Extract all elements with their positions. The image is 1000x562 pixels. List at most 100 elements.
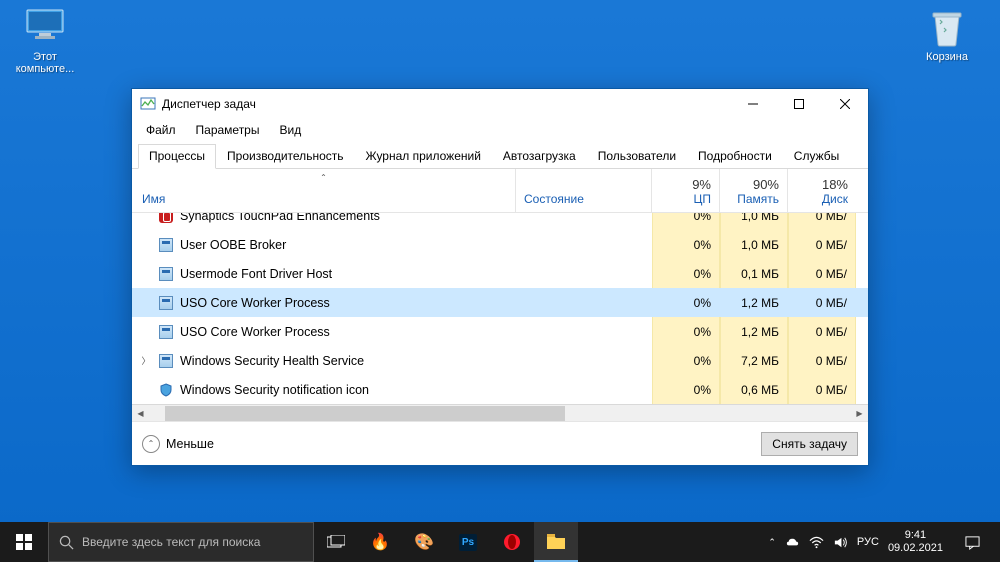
tab-bar: Процессы Производительность Журнал прило…: [132, 143, 868, 169]
taskbar-app-photoshop[interactable]: Ps: [446, 522, 490, 562]
column-name[interactable]: ⌃ Имя: [132, 169, 516, 212]
recycle-bin-icon: [927, 8, 967, 48]
language-indicator[interactable]: РУС: [857, 536, 879, 548]
column-memory[interactable]: 90% Память: [720, 169, 788, 212]
process-name: Usermode Font Driver Host: [180, 267, 332, 281]
process-disk: 0 МБ/: [788, 317, 856, 346]
process-disk: 0 МБ/: [788, 346, 856, 375]
column-disk[interactable]: 18% Диск: [788, 169, 856, 212]
wifi-icon[interactable]: [809, 535, 824, 550]
table-row[interactable]: 〉 Windows Security Health Service 0%7,2 МБ…: [132, 346, 868, 375]
close-button[interactable]: [822, 89, 868, 119]
table-row[interactable]: 〉User OOBE Broker0%1,0 МБ0 МБ/: [132, 230, 868, 259]
volume-icon[interactable]: [833, 535, 848, 550]
tray-chevron-up-icon[interactable]: ⌃: [768, 537, 776, 548]
column-cpu[interactable]: 9% ЦП: [652, 169, 720, 212]
titlebar[interactable]: Диспетчер задач: [132, 89, 868, 119]
process-disk: 0 МБ/: [788, 213, 856, 230]
table-row[interactable]: 〉Synaptics TouchPad Enhancements0%1,0 МБ…: [132, 213, 868, 230]
task-manager-window: Диспетчер задач Файл Параметры Вид Проце…: [131, 88, 869, 466]
taskbar-clock[interactable]: 9:41 09.02.2021: [888, 529, 943, 554]
tab-users[interactable]: Пользователи: [587, 144, 687, 169]
taskbar-app-opera[interactable]: [490, 522, 534, 562]
scrollbar-thumb[interactable]: [165, 406, 565, 421]
search-icon: [59, 535, 74, 550]
table-row[interactable]: 〉USO Core Worker Process0%1,2 МБ0 МБ/: [132, 288, 868, 317]
taskbar: Введите здесь текст для поиска 🔥 🎨 Ps ⌃ …: [0, 522, 1000, 562]
task-manager-icon: [140, 96, 156, 112]
process-icon: [158, 382, 174, 398]
process-name: User OOBE Broker: [180, 238, 286, 252]
process-name: USO Core Worker Process: [180, 296, 330, 310]
table-row[interactable]: 〉Windows Security notification icon0%0,6…: [132, 375, 868, 404]
process-memory: 7,2 МБ: [720, 346, 788, 375]
window-title: Диспетчер задач: [162, 97, 730, 111]
table-header: ⌃ Имя Состояние 9% ЦП 90% Память 18% Дис…: [132, 169, 868, 213]
process-icon: [158, 266, 174, 282]
process-cpu: 0%: [652, 259, 720, 288]
process-cpu: 0%: [652, 346, 720, 375]
menu-bar: Файл Параметры Вид: [132, 119, 868, 143]
process-memory: 0,6 МБ: [720, 375, 788, 404]
expand-chevron-icon[interactable]: 〉: [140, 354, 152, 367]
menu-options[interactable]: Параметры: [188, 121, 268, 139]
process-icon: [158, 324, 174, 340]
start-button[interactable]: [0, 522, 48, 562]
search-input[interactable]: Введите здесь текст для поиска: [48, 522, 314, 562]
end-task-button[interactable]: Снять задачу: [761, 432, 858, 456]
process-cpu: 0%: [652, 213, 720, 230]
process-cpu: 0%: [652, 375, 720, 404]
process-list[interactable]: 〉Synaptics TouchPad Enhancements0%1,0 МБ…: [132, 213, 868, 404]
process-icon: [158, 213, 174, 224]
tab-details[interactable]: Подробности: [687, 144, 783, 169]
taskbar-app-explorer[interactable]: [534, 522, 578, 562]
window-footer: ⌃ Меньше Снять задачу: [132, 421, 868, 465]
minimize-button[interactable]: [730, 89, 776, 119]
sort-indicator-icon: ⌃: [320, 173, 327, 182]
process-disk: 0 МБ/: [788, 259, 856, 288]
desktop-icon-label: Корзина: [912, 51, 982, 63]
process-disk: 0 МБ/: [788, 230, 856, 259]
process-icon: [158, 237, 174, 253]
process-cpu: 0%: [652, 288, 720, 317]
process-cpu: 0%: [652, 230, 720, 259]
horizontal-scrollbar[interactable]: ◀ ▶: [132, 404, 868, 421]
tab-startup[interactable]: Автозагрузка: [492, 144, 587, 169]
process-name: Windows Security notification icon: [180, 383, 369, 397]
table-row[interactable]: 〉Usermode Font Driver Host0%0,1 МБ0 МБ/: [132, 259, 868, 288]
onedrive-icon[interactable]: [785, 535, 800, 550]
maximize-button[interactable]: [776, 89, 822, 119]
column-state[interactable]: Состояние: [516, 169, 652, 212]
scroll-right-icon[interactable]: ▶: [851, 405, 868, 421]
menu-view[interactable]: Вид: [271, 121, 309, 139]
desktop-icon-this-pc[interactable]: Этот компьюте...: [10, 8, 80, 75]
taskview-button[interactable]: [314, 522, 358, 562]
process-name: Windows Security Health Service: [180, 354, 364, 368]
process-memory: 0,1 МБ: [720, 259, 788, 288]
tab-processes[interactable]: Процессы: [138, 144, 216, 169]
process-cpu: 0%: [652, 317, 720, 346]
chevron-up-icon: ⌃: [142, 435, 160, 453]
notifications-button[interactable]: [952, 522, 992, 562]
pc-icon: [25, 8, 65, 48]
desktop-icon-label: Этот компьюте...: [10, 51, 80, 75]
table-row[interactable]: 〉USO Core Worker Process0%1,2 МБ0 МБ/: [132, 317, 868, 346]
process-icon: [158, 353, 174, 369]
tab-services[interactable]: Службы: [783, 144, 850, 169]
system-tray: ⌃ РУС 9:41 09.02.2021: [760, 522, 1000, 562]
scroll-left-icon[interactable]: ◀: [132, 405, 149, 421]
taskbar-app-aida[interactable]: 🔥: [358, 522, 402, 562]
process-disk: 0 МБ/: [788, 288, 856, 317]
tab-performance[interactable]: Производительность: [216, 144, 354, 169]
process-name: USO Core Worker Process: [180, 325, 330, 339]
desktop-icon-recycle-bin[interactable]: Корзина: [912, 8, 982, 63]
tab-app-history[interactable]: Журнал приложений: [355, 144, 492, 169]
fewer-details-toggle[interactable]: ⌃ Меньше: [142, 435, 214, 453]
process-memory: 1,2 МБ: [720, 317, 788, 346]
process-memory: 1,2 МБ: [720, 288, 788, 317]
taskbar-app-paint[interactable]: 🎨: [402, 522, 446, 562]
process-disk: 0 МБ/: [788, 375, 856, 404]
process-icon: [158, 295, 174, 311]
menu-file[interactable]: Файл: [138, 121, 184, 139]
process-memory: 1,0 МБ: [720, 230, 788, 259]
